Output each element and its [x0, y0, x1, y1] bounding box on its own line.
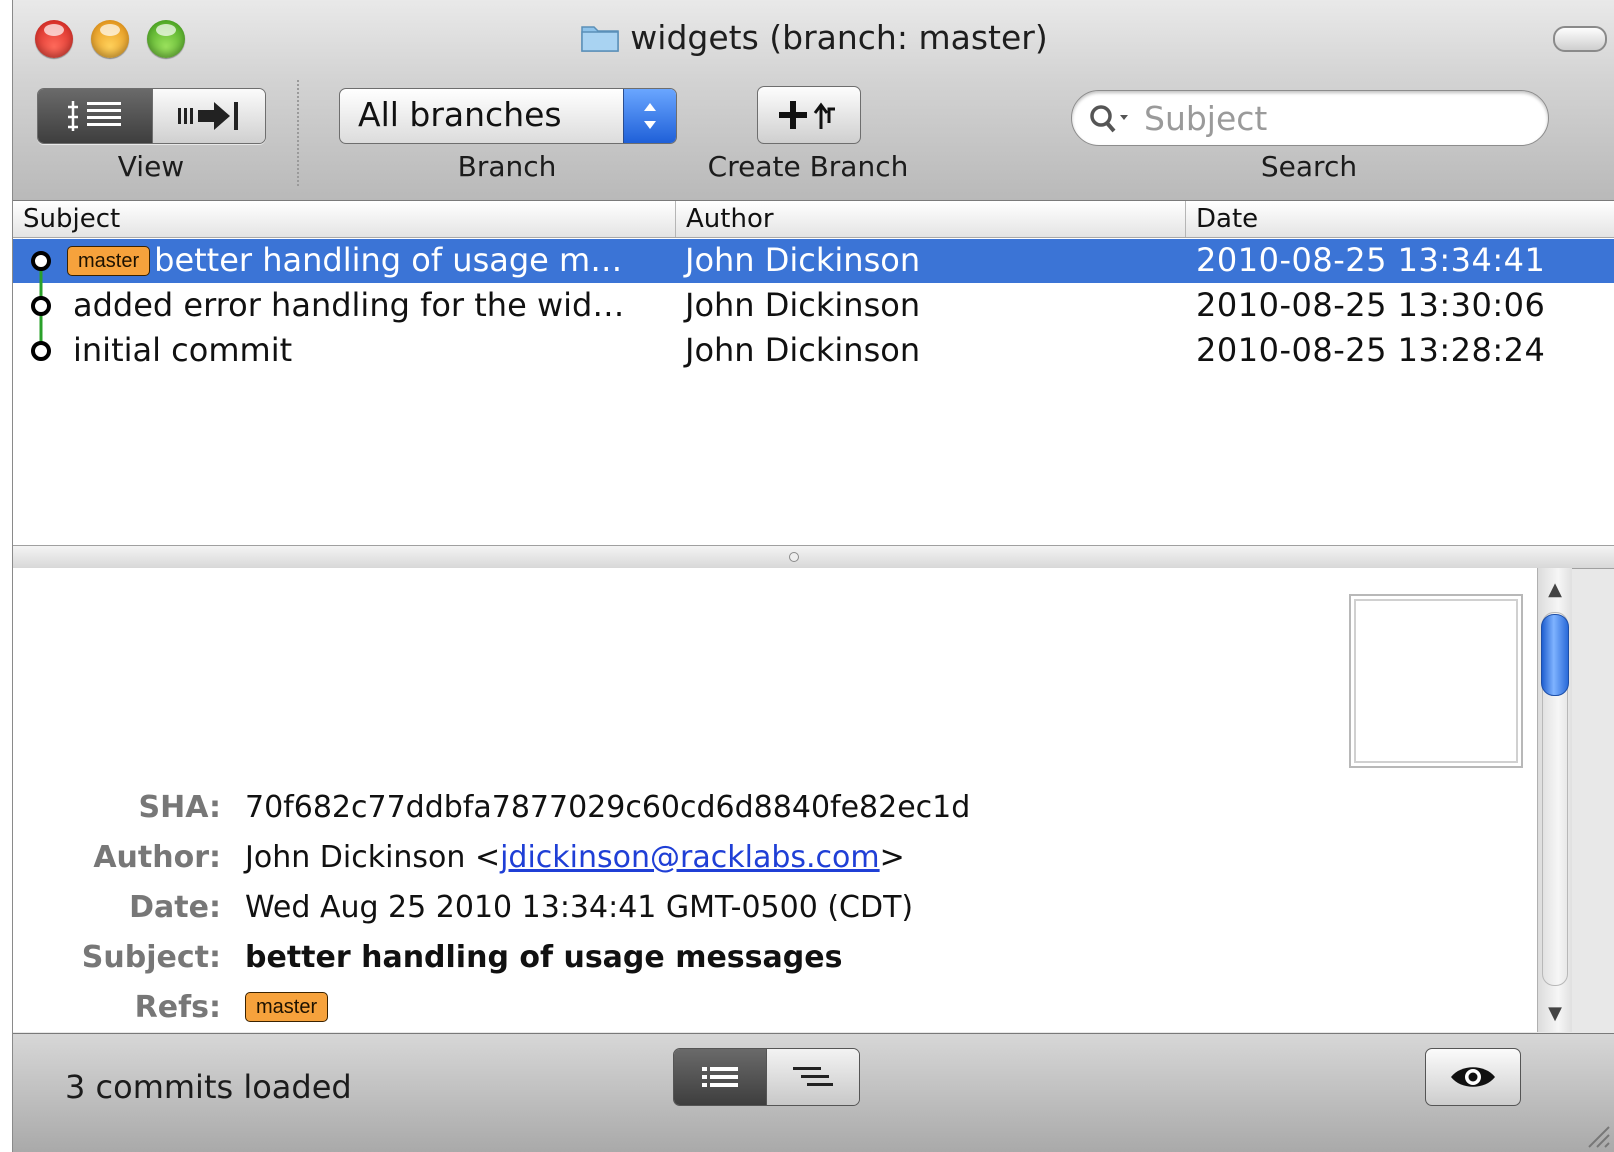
toolbar-separator: [297, 80, 299, 186]
branch-select[interactable]: All branches: [339, 88, 677, 144]
tree-list-icon: [793, 1067, 833, 1086]
commit-subject: initial commit: [73, 331, 293, 369]
app-window: widgets (branch: master) View All branch…: [12, 0, 1614, 1152]
detail-sha: SHA: 70f682c77ddbfa7877029c60cd6d8840fe8…: [13, 790, 1513, 836]
commit-date: 2010-08-25 13:28:24: [1196, 331, 1546, 369]
author-avatar: [1349, 594, 1523, 768]
divider-handle-icon: [789, 552, 799, 562]
history-view-button[interactable]: [38, 89, 152, 143]
detail-mode-segmented-control[interactable]: [673, 1048, 860, 1106]
popup-arrows-icon: [623, 89, 676, 143]
create-branch-icon: [779, 101, 835, 129]
commit-node-icon: [31, 296, 51, 316]
ref-badge: master: [67, 246, 151, 276]
search-field[interactable]: [1071, 90, 1549, 146]
view-label: View: [117, 150, 185, 183]
scrollbar-thumb[interactable]: [1541, 614, 1569, 696]
commit-view-icon: [178, 102, 238, 130]
author-name: John Dickinson <: [245, 840, 501, 875]
commit-date: 2010-08-25 13:30:06: [1196, 286, 1546, 324]
date-value: Wed Aug 25 2010 13:34:41 GMT-0500 (CDT): [245, 890, 914, 925]
commit-node-icon: [31, 341, 51, 361]
toolbar-area: widgets (branch: master) View All branch…: [13, 0, 1614, 201]
subject-value: better handling of usage messages: [245, 940, 843, 975]
date-label: Date:: [129, 890, 221, 925]
refs-label: Refs:: [134, 990, 221, 1025]
author-label: Author:: [93, 840, 221, 875]
tree-view-button[interactable]: [766, 1049, 859, 1105]
commit-author: John Dickinson: [685, 286, 921, 324]
commit-graph: [31, 251, 51, 361]
commit-date: 2010-08-25 13:34:41: [1196, 241, 1546, 279]
scroll-up-arrow-icon[interactable]: ▲: [1538, 574, 1572, 604]
search-input[interactable]: [1142, 97, 1536, 139]
create-branch-label: Create Branch: [707, 150, 909, 183]
quick-look-button[interactable]: [1425, 1048, 1521, 1106]
bottom-bar: 3 commits loaded: [13, 1033, 1614, 1152]
split-view-divider[interactable]: [13, 545, 1614, 569]
details-scrollbar[interactable]: ▲ ▼: [1537, 568, 1572, 1032]
detail-date: Date: Wed Aug 25 2010 13:34:41 GMT-0500 …: [13, 890, 1513, 936]
branch-select-value: All branches: [358, 95, 562, 134]
folder-icon: [580, 21, 620, 53]
commit-row[interactable]: initial commit John Dickinson 2010-08-25…: [13, 329, 1614, 373]
commit-view-button[interactable]: [152, 89, 265, 143]
commit-details-pane: SHA: 70f682c77ddbfa7877029c60cd6d8840fe8…: [13, 568, 1537, 1032]
eye-icon: [1451, 1067, 1495, 1087]
search-icon: [1088, 103, 1132, 139]
commit-list[interactable]: Subject Author Date master better handlin…: [13, 201, 1614, 545]
detail-author: Author: John Dickinson <jdickinson@rackl…: [13, 840, 1513, 886]
detail-subject: Subject: better handling of usage messag…: [13, 940, 1513, 986]
column-header-date[interactable]: Date: [1185, 201, 1614, 237]
list-icon: [702, 1067, 738, 1087]
column-header-subject[interactable]: Subject: [13, 201, 673, 237]
scroll-down-arrow-icon[interactable]: ▼: [1538, 998, 1572, 1028]
sha-label: SHA:: [138, 790, 222, 825]
sha-value: 70f682c77ddbfa7877029c60cd6d8840fe82ec1d: [245, 790, 971, 825]
commit-list-header: Subject Author Date: [13, 201, 1614, 238]
author-email-close: >: [879, 840, 905, 875]
ref-badge[interactable]: master: [245, 992, 329, 1022]
commit-row[interactable]: added error handling for the wid… John D…: [13, 284, 1614, 328]
window-title: widgets (branch: master): [13, 18, 1614, 57]
commit-author: John Dickinson: [685, 331, 921, 369]
commit-subject: added error handling for the wid…: [73, 286, 625, 324]
column-header-author[interactable]: Author: [675, 201, 1186, 237]
commit-node-icon: [31, 251, 51, 271]
toolbar-toggle-button[interactable]: [1553, 26, 1607, 52]
commit-row[interactable]: master better handling of usage m… John D…: [13, 239, 1614, 283]
author-email-link[interactable]: jdickinson@racklabs.com: [500, 840, 880, 875]
status-text: 3 commits loaded: [65, 1068, 352, 1106]
create-branch-button[interactable]: [757, 86, 861, 144]
subject-label: Subject:: [81, 940, 221, 975]
search-label: Search: [1260, 150, 1358, 183]
detail-view-button[interactable]: [674, 1049, 766, 1105]
resize-grip-icon[interactable]: [1581, 1119, 1611, 1149]
view-segmented-control[interactable]: [37, 88, 266, 144]
window-title-text: widgets (branch: master): [630, 18, 1048, 57]
history-view-icon: [68, 101, 121, 131]
branch-label: Branch: [457, 150, 557, 183]
commit-subject: better handling of usage m…: [154, 241, 623, 279]
detail-refs: Refs: master: [13, 990, 1513, 1036]
commit-author: John Dickinson: [685, 241, 921, 279]
